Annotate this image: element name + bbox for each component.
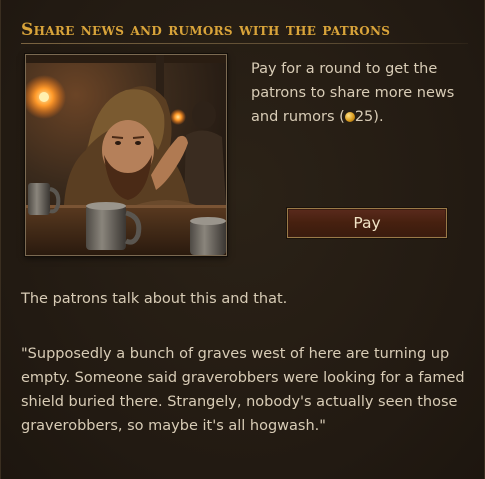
rumor-quote: "Supposedly a bunch of graves west of he…: [21, 346, 465, 434]
event-illustration: [25, 54, 227, 256]
result-text: The patrons talk about this and that.: [21, 291, 288, 307]
cost-value: 25: [354, 109, 374, 125]
event-title: Share news and rumors with the patrons: [21, 20, 391, 40]
title-divider: [21, 43, 468, 44]
gold-coin-icon: [344, 112, 355, 122]
description-text-end: ).: [373, 109, 384, 125]
event-description: Pay for a round to get the patrons to sh…: [251, 57, 471, 129]
pay-button[interactable]: Pay: [287, 208, 447, 238]
event-panel: Share news and rumors with the patrons P…: [0, 0, 485, 479]
